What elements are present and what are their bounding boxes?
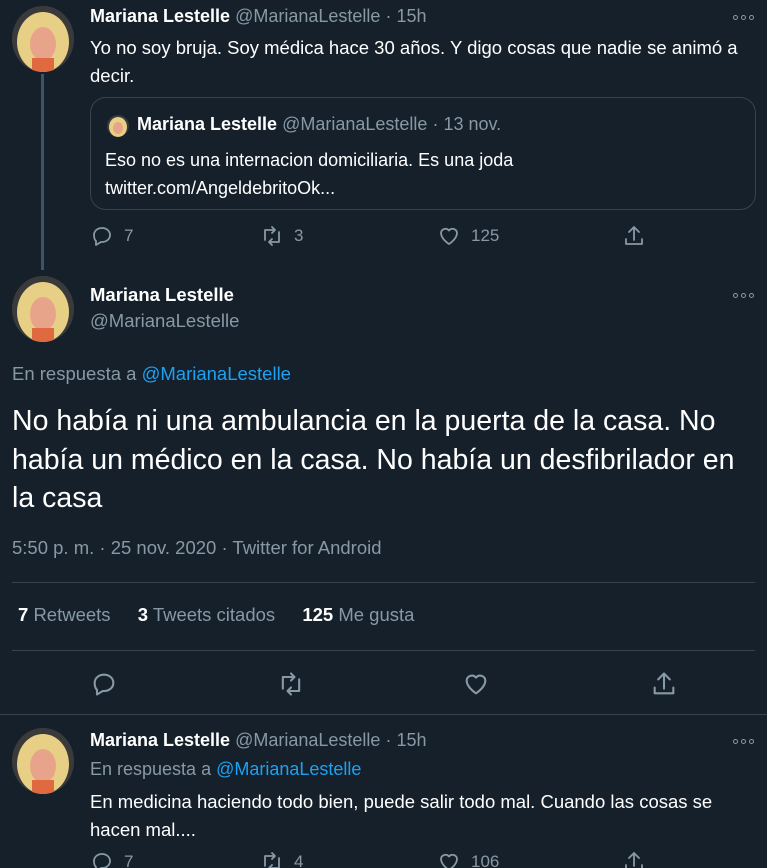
- tweet-header: Mariana Lestelle @MarianaLestelle · 15h: [90, 730, 427, 751]
- more-icon[interactable]: [733, 11, 759, 23]
- reply-to-link[interactable]: @MarianaLestelle: [216, 759, 361, 779]
- retweets-count: 7: [18, 604, 29, 625]
- tweet-actions: 7 4 106: [0, 850, 767, 868]
- quotes-count: 3: [137, 604, 148, 625]
- tweet-text: En medicina haciendo todo bien, puede sa…: [90, 791, 713, 840]
- likes-stat[interactable]: 125 Me gusta: [302, 604, 414, 625]
- like-count: 125: [471, 226, 500, 245]
- timestamp[interactable]: 15h: [396, 6, 426, 26]
- retweet-count: 4: [294, 852, 304, 868]
- quote-header: Mariana Lestelle @MarianaLestelle · 13 n…: [137, 114, 501, 135]
- tweet-thread: Mariana Lestelle @MarianaLestelle · 15h …: [0, 0, 767, 868]
- like-count: 106: [471, 852, 500, 868]
- display-name[interactable]: Mariana Lestelle: [90, 730, 230, 750]
- avatar-image: [107, 115, 129, 137]
- retweet-button[interactable]: 4: [260, 850, 303, 868]
- share-button[interactable]: [622, 850, 646, 868]
- like-button[interactable]: 125: [437, 224, 499, 248]
- reply-context: En respuesta a @MarianaLestelle: [90, 759, 361, 780]
- reply-button[interactable]: [90, 670, 118, 698]
- reply-icon: [93, 853, 111, 868]
- divider: [12, 582, 755, 583]
- divider: [12, 650, 755, 651]
- timestamp: 13 nov.: [443, 114, 502, 134]
- avatar[interactable]: [12, 276, 74, 342]
- quote-link[interactable]: twitter.com/AngeldebritoOk...: [105, 174, 745, 202]
- handle[interactable]: @MarianaLestelle: [235, 730, 380, 750]
- tweet-header: Mariana Lestelle @MarianaLestelle · 15h: [90, 6, 427, 27]
- quote-text-line: Eso no es una internacion domiciliaria. …: [105, 150, 514, 170]
- avatar[interactable]: [12, 6, 74, 72]
- reply-to-link[interactable]: @MarianaLestelle: [142, 363, 291, 384]
- like-icon: [440, 853, 458, 868]
- reply-icon: [93, 673, 115, 696]
- tweet-text: No había ni una ambulancia en la puerta …: [12, 405, 735, 514]
- handle: @MarianaLestelle: [282, 114, 428, 134]
- divider: [0, 714, 767, 715]
- share-icon: [625, 852, 643, 868]
- more-icon[interactable]: [733, 289, 759, 301]
- reply-count: 7: [124, 852, 134, 868]
- tweet-actions: 7 3 125: [0, 224, 767, 250]
- more-icon[interactable]: [733, 735, 759, 747]
- avatar: [107, 115, 129, 137]
- share-button[interactable]: [650, 670, 678, 698]
- avatar-image: [12, 276, 74, 342]
- likes-count: 125: [302, 604, 334, 625]
- retweet-icon: [264, 226, 280, 246]
- avatar-image: [12, 6, 74, 72]
- separator: ·: [385, 730, 392, 750]
- reply-prefix: En respuesta a: [90, 759, 212, 779]
- retweets-label: Retweets: [33, 604, 111, 625]
- retweet-button[interactable]: [277, 670, 305, 698]
- retweet-icon: [264, 852, 280, 868]
- reply-context: En respuesta a @MarianaLestelle: [12, 363, 291, 385]
- tweet-actions: [0, 670, 767, 700]
- reply-icon: [93, 227, 111, 246]
- retweet-count: 3: [294, 226, 304, 245]
- avatar[interactable]: [12, 728, 74, 794]
- like-icon: [440, 227, 458, 245]
- tweet-meta[interactable]: 5:50 p. m. · 25 nov. 2020 · Twitter for …: [12, 537, 382, 559]
- quoted-tweet[interactable]: Mariana Lestelle @MarianaLestelle · 13 n…: [90, 97, 756, 210]
- likes-label: Me gusta: [338, 604, 415, 625]
- handle[interactable]: @MarianaLestelle: [235, 6, 380, 26]
- separator: ·: [385, 6, 392, 26]
- tweet-text: Yo no soy bruja. Soy médica hace 30 años…: [90, 37, 738, 86]
- share-icon: [653, 672, 675, 695]
- like-icon: [465, 674, 487, 695]
- avatar-image: [12, 728, 74, 794]
- reply-count: 7: [124, 226, 134, 245]
- reply-prefix: En respuesta a: [12, 363, 137, 384]
- quotes-stat[interactable]: 3 Tweets citados: [138, 604, 275, 625]
- retweet-icon: [281, 672, 301, 696]
- like-button[interactable]: [462, 670, 490, 698]
- handle[interactable]: @MarianaLestelle: [90, 310, 239, 332]
- display-name[interactable]: Mariana Lestelle: [90, 284, 234, 306]
- display-name: Mariana Lestelle: [137, 114, 278, 134]
- tweet-stats: 7 Retweets 3 Tweets citados 125 Me gusta: [18, 604, 436, 626]
- separator: ·: [432, 114, 439, 134]
- display-name[interactable]: Mariana Lestelle: [90, 6, 230, 26]
- share-icon: [625, 226, 643, 245]
- quote-text: Eso no es una internacion domiciliaria. …: [105, 146, 745, 202]
- retweets-stat[interactable]: 7 Retweets: [18, 604, 111, 625]
- like-button[interactable]: 106: [437, 850, 499, 868]
- reply-button[interactable]: 7: [90, 850, 133, 868]
- quotes-label: Tweets citados: [152, 604, 276, 625]
- share-button[interactable]: [622, 224, 646, 248]
- timestamp[interactable]: 15h: [396, 730, 426, 750]
- retweet-button[interactable]: 3: [260, 224, 303, 248]
- reply-button[interactable]: 7: [90, 224, 133, 248]
